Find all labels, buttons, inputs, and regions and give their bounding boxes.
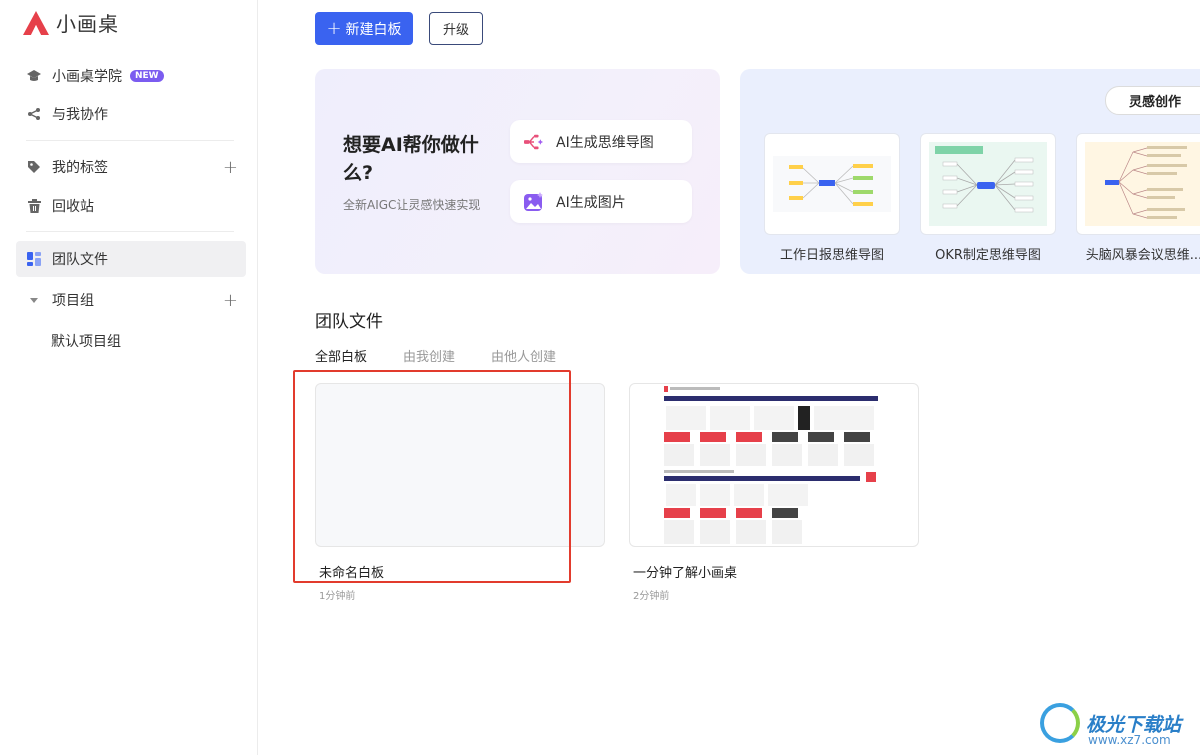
ai-title: 想要AI帮你做什么? bbox=[343, 134, 479, 184]
sidebar-item-label: 与我协作 bbox=[52, 107, 108, 123]
add-tag-plus-icon[interactable]: + bbox=[223, 157, 238, 178]
sidebar: 小画桌 小画桌学院 NEW 与我协作 我的标签 + 回收站 团队文件 项目组 +… bbox=[0, 0, 258, 755]
add-project-plus-icon[interactable]: + bbox=[223, 290, 238, 311]
sidebar-item-label: 小画桌学院 bbox=[52, 69, 122, 85]
section-title: 团队文件 bbox=[315, 312, 383, 332]
new-badge: NEW bbox=[130, 70, 164, 82]
template-label: OKR制定思维导图 bbox=[935, 248, 1041, 263]
sidebar-divider bbox=[26, 140, 234, 141]
inspiration-panel: 灵感创作 工作日报思维导图 OKR制定思维导图 头脑风暴会议思维... bbox=[740, 69, 1200, 274]
tab-all-boards[interactable]: 全部白板 bbox=[315, 346, 367, 365]
sidebar-item-label: 团队文件 bbox=[52, 252, 108, 268]
board-name: 一分钟了解小画桌 bbox=[633, 566, 738, 581]
trash-icon bbox=[26, 198, 42, 214]
tab-created-by-others[interactable]: 由他人创建 bbox=[491, 346, 556, 365]
board-thumbnail bbox=[315, 383, 605, 547]
ai-banner: 想要AI帮你做什么? 全新AIGC让灵感快速实现 AI生成思维导图 AI生成图片 bbox=[315, 69, 720, 274]
new-board-label: 新建白板 bbox=[345, 21, 402, 38]
image-sparkle-icon bbox=[524, 191, 544, 212]
app-name: 小画桌 bbox=[56, 12, 119, 36]
sidebar-item-trash[interactable]: 回收站 bbox=[16, 188, 246, 224]
ai-subtitle: 全新AIGC让灵感快速实现 bbox=[343, 198, 481, 212]
sidebar-item-label: 项目组 bbox=[52, 293, 94, 309]
template-thumbnail bbox=[920, 133, 1056, 235]
sidebar-subitem-default-group[interactable]: 默认项目组 bbox=[51, 331, 121, 351]
sidebar-divider bbox=[26, 231, 234, 232]
template-thumbnail bbox=[1076, 133, 1200, 235]
ai-mindmap-button[interactable]: AI生成思维导图 bbox=[510, 120, 692, 163]
board-name: 未命名白板 bbox=[319, 566, 385, 581]
template-card[interactable]: OKR制定思维导图 bbox=[920, 133, 1056, 263]
logo-icon bbox=[23, 10, 49, 35]
sidebar-item-academy[interactable]: 小画桌学院 NEW bbox=[16, 58, 246, 94]
template-label: 工作日报思维导图 bbox=[779, 248, 884, 263]
sidebar-item-label: 回收站 bbox=[52, 199, 94, 215]
sidebar-item-tags[interactable]: 我的标签 + bbox=[16, 149, 246, 185]
template-thumbnail bbox=[764, 133, 900, 235]
tag-icon bbox=[26, 159, 42, 175]
app-root: 小画桌 小画桌学院 NEW 与我协作 我的标签 + 回收站 团队文件 项目组 +… bbox=[0, 0, 1200, 755]
team-files-icon bbox=[26, 251, 42, 267]
ai-mindmap-label: AI生成思维导图 bbox=[556, 134, 654, 151]
watermark-url: www.xz7.com bbox=[1088, 733, 1171, 747]
board-thumbnail bbox=[629, 383, 919, 547]
template-card[interactable]: 工作日报思维导图 bbox=[764, 133, 900, 263]
board-time: 1分钟前 bbox=[319, 591, 356, 602]
graduation-cap-icon bbox=[26, 68, 42, 84]
sidebar-item-collab[interactable]: 与我协作 bbox=[16, 96, 246, 132]
share-icon bbox=[26, 106, 42, 122]
sidebar-item-label: 我的标签 bbox=[52, 160, 108, 176]
caret-down-icon[interactable] bbox=[26, 292, 42, 308]
sidebar-item-project-group[interactable]: 项目组 + bbox=[16, 282, 246, 318]
new-board-button[interactable]: + 新建白板 bbox=[315, 12, 413, 45]
mindmap-sparkle-icon bbox=[524, 132, 544, 152]
logo[interactable]: 小画桌 bbox=[22, 8, 119, 37]
ai-image-label: AI生成图片 bbox=[556, 194, 626, 211]
ai-image-button[interactable]: AI生成图片 bbox=[510, 180, 692, 223]
template-label: 头脑风暴会议思维... bbox=[1085, 248, 1200, 263]
plus-icon: + bbox=[326, 18, 342, 39]
inspiration-tag[interactable]: 灵感创作 bbox=[1105, 86, 1200, 115]
board-card[interactable]: 未命名白板 1分钟前 bbox=[315, 383, 605, 602]
sidebar-item-team-files[interactable]: 团队文件 bbox=[16, 241, 246, 277]
board-time: 2分钟前 bbox=[633, 591, 670, 602]
watermark-logo-icon bbox=[1040, 703, 1080, 743]
upgrade-button[interactable]: 升级 bbox=[429, 12, 483, 45]
board-card[interactable]: 一分钟了解小画桌 2分钟前 bbox=[629, 383, 919, 602]
template-card[interactable]: 头脑风暴会议思维... bbox=[1076, 133, 1200, 263]
tab-created-by-me[interactable]: 由我创建 bbox=[403, 346, 455, 365]
